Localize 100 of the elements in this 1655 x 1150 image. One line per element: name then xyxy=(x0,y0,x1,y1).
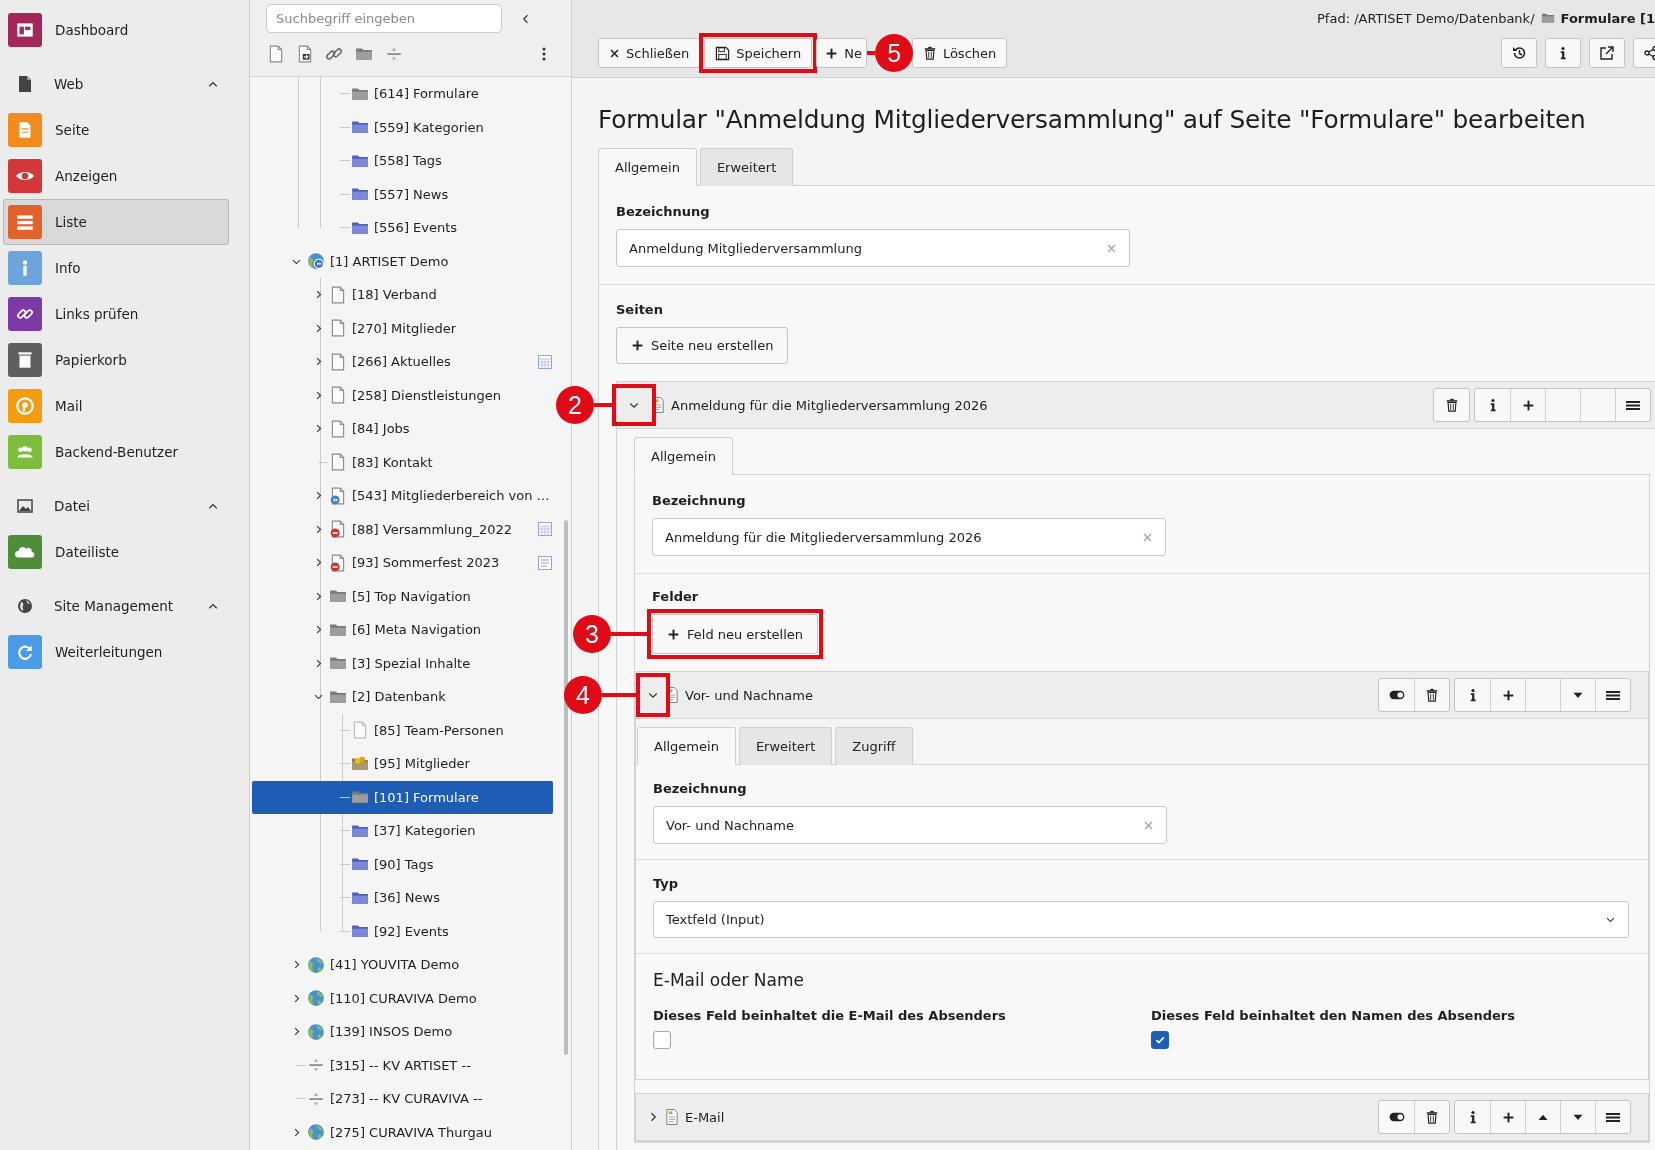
tree-item[interactable]: [95] Mitglieder xyxy=(252,747,553,781)
tree-item[interactable]: [88] Versammlung_2022 xyxy=(252,512,553,546)
globe-icon xyxy=(15,596,35,616)
tree-item[interactable]: [270] Mitglieder xyxy=(252,311,553,345)
separator-icon xyxy=(385,45,403,63)
module-menu-item[interactable]: Dashboard xyxy=(3,7,229,53)
tree-item[interactable]: [258] Dienstleistungen xyxy=(252,378,553,412)
tree-item[interactable]: [110] CURAVIVA Demo xyxy=(252,981,553,1015)
page-icon xyxy=(329,319,347,338)
new-page-icon xyxy=(267,45,285,63)
text-field[interactable]: Anmeldung für die Mitgliederversammlung 2026 xyxy=(652,518,1166,556)
external-link-icon xyxy=(1599,45,1615,61)
step-number-badge: 5 xyxy=(875,34,914,72)
page-icon xyxy=(351,721,369,740)
tree-item[interactable]: [556] Events xyxy=(252,211,553,245)
tree-item[interactable]: [2] Datenbank xyxy=(252,680,553,714)
globe-icon xyxy=(307,955,325,974)
tree-item[interactable]: [559] Kategorien xyxy=(252,110,553,144)
checkmark-icon xyxy=(1154,1034,1166,1046)
plus-icon xyxy=(825,46,839,60)
module-menu-item[interactable]: Backend-Benutzer xyxy=(3,429,229,475)
module-menu-item[interactable]: Weiterleitungen xyxy=(3,629,229,675)
section-heading: E-Mail oder Name xyxy=(653,970,805,990)
checkbox[interactable] xyxy=(1151,1031,1169,1049)
delete-button[interactable]: Löschen xyxy=(911,38,1008,68)
module-menu-item[interactable]: Seite xyxy=(3,107,229,153)
select-field[interactable]: Textfeld (Input) xyxy=(653,901,1629,938)
module-menu-item[interactable]: Links prüfen xyxy=(3,291,229,337)
tree-item[interactable]: [1] ARTISET Demo xyxy=(252,244,553,278)
tree-item[interactable]: [6] Meta Navigation xyxy=(252,613,553,647)
history-button[interactable] xyxy=(1501,38,1537,68)
tab[interactable]: Zugriff xyxy=(835,727,913,765)
scrollbar[interactable] xyxy=(564,520,568,1055)
tree-item[interactable]: [18] Verband xyxy=(252,278,553,312)
tree-item[interactable]: [92] Events xyxy=(252,914,553,948)
section-label: Felder xyxy=(652,589,700,605)
checkbox[interactable] xyxy=(653,1031,671,1049)
globe-icon xyxy=(307,989,325,1008)
globe-icon xyxy=(307,1123,325,1142)
trash-icon xyxy=(1425,1110,1439,1124)
field-label: Bezeichnung xyxy=(653,781,748,797)
search-field[interactable]: Suchbegriff eingeben xyxy=(266,4,502,33)
tree-item[interactable]: [36] News xyxy=(252,881,553,915)
close-button[interactable]: Schließen xyxy=(598,38,701,68)
tree-item[interactable]: [85] Team-Personen xyxy=(252,713,553,747)
module-menu-item[interactable]: Info xyxy=(3,245,229,291)
tab[interactable]: Allgemein xyxy=(634,437,733,475)
tree-item[interactable]: [5] Top Navigation xyxy=(252,579,553,613)
trash-icon xyxy=(922,46,937,60)
menu-group-header[interactable]: Web xyxy=(3,61,229,107)
tree-item[interactable]: [84] Jobs xyxy=(252,412,553,446)
tree-item[interactable]: [557] News xyxy=(252,177,553,211)
tree-item[interactable]: [543] Mitgliederbereich von … xyxy=(252,479,553,513)
text-field[interactable]: Anmeldung Mitgliederversammlung xyxy=(616,229,1130,267)
open-new-window-button[interactable] xyxy=(1589,38,1625,68)
menu-group-header[interactable]: Datei xyxy=(3,483,229,529)
module-menu-item[interactable]: Papierkorb xyxy=(3,337,229,383)
tree-item[interactable]: [315] -- KV ARTISET -- xyxy=(252,1048,553,1082)
text-field[interactable]: Vor- und Nachname xyxy=(653,806,1167,844)
tree-item[interactable]: [93] Sommerfest 2023 xyxy=(252,546,553,580)
module-menu-item[interactable]: Dateiliste xyxy=(3,529,229,575)
checkbox-label: Dieses Feld beinhaltet die E-Mail des Absenders xyxy=(653,1008,1007,1024)
tree-item[interactable]: [139] INSOS Demo xyxy=(252,1015,553,1049)
checkbox-label: Dieses Feld beinhaltet den Namen des Absenders xyxy=(1151,1008,1516,1024)
toggle-switch-icon xyxy=(1387,689,1406,701)
hidden-page-icon xyxy=(329,520,347,539)
tree-item[interactable]: [558] Tags xyxy=(252,144,553,178)
tree-item[interactable]: [273] -- KV CURAVIVA -- xyxy=(252,1082,553,1116)
tab[interactable]: Allgemein xyxy=(598,148,697,186)
tree-item[interactable]: [101] Formulare xyxy=(252,780,553,814)
tree-item[interactable]: [275] CURAVIVA Thurgau xyxy=(252,1115,553,1149)
close-icon xyxy=(609,47,620,59)
tree-item[interactable]: [83] Kontakt xyxy=(252,445,553,479)
save-button[interactable]: Speichern xyxy=(704,38,813,68)
tab[interactable]: Erweitert xyxy=(699,148,794,186)
info-button[interactable] xyxy=(1545,38,1581,68)
tree-item[interactable]: [3] Spezial Inhalte xyxy=(252,646,553,680)
tree-item[interactable]: [41] YOUVITA Demo xyxy=(252,948,553,982)
section-label: Seiten xyxy=(616,302,664,318)
new-button[interactable]: Ne xyxy=(816,38,867,68)
module-menu-item[interactable]: Mail xyxy=(3,383,229,429)
menu-group-header[interactable]: Site Management xyxy=(3,583,229,629)
tab[interactable]: Allgemein xyxy=(637,727,736,765)
step-number-badge: 4 xyxy=(564,676,602,714)
tree-item[interactable]: [90] Tags xyxy=(252,847,553,881)
record-title: E-Mail xyxy=(685,1109,726,1125)
tab[interactable]: Erweitert xyxy=(738,727,833,765)
create-field-button[interactable]: Feld neu erstellen xyxy=(652,614,819,654)
folder-icon xyxy=(351,754,369,773)
folder-icon xyxy=(354,45,374,63)
tree-item[interactable]: [614] Formulare xyxy=(252,77,553,111)
step-number-badge: 3 xyxy=(573,615,611,653)
clear-icon xyxy=(1142,531,1153,543)
module-menu-item[interactable]: Liste xyxy=(3,199,229,245)
trash-icon xyxy=(1444,398,1459,412)
module-menu-item[interactable]: Anzeigen xyxy=(3,153,229,199)
tree-item[interactable]: [266] Aktuelles xyxy=(252,345,553,379)
tree-item[interactable]: [37] Kategorien xyxy=(252,814,553,848)
create-page-button[interactable]: Seite neu erstellen xyxy=(616,327,789,364)
clear-icon xyxy=(1143,819,1154,831)
